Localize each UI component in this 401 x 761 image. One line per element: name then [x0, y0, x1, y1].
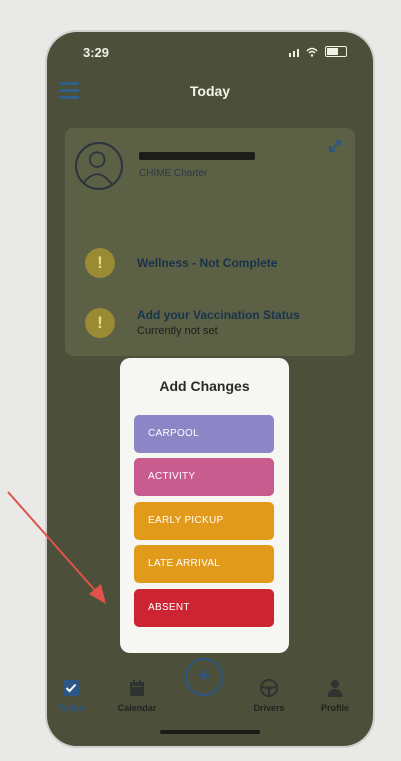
tab-drivers[interactable]: Drivers	[241, 678, 297, 713]
tab-label: Calendar	[117, 703, 157, 713]
tab-profile[interactable]: Profile	[307, 678, 363, 713]
phone-screen: 3:29 Today CHIME Charter ! Wellness - No…	[47, 32, 373, 746]
status-bar: 3:29	[47, 32, 373, 72]
avatar-icon	[75, 142, 123, 190]
calendar-icon	[130, 679, 144, 696]
early-pickup-button[interactable]: EARLY PICKUP	[134, 502, 274, 540]
tab-label: Today	[58, 703, 84, 713]
battery-icon	[325, 46, 347, 57]
late-arrival-button[interactable]: LATE ARRIVAL	[134, 545, 274, 583]
add-button[interactable]: +	[185, 658, 223, 696]
popup-title: Add Changes	[159, 378, 250, 394]
add-changes-popup: Add Changes CARPOOL ACTIVITY EARLY PICKU…	[120, 358, 289, 653]
alert-title: Wellness - Not Complete	[137, 256, 278, 270]
child-card: CHIME Charter ! Wellness - Not Complete …	[65, 128, 355, 356]
alert-subtitle: Currently not set	[137, 325, 218, 337]
nav-header: Today	[47, 74, 373, 110]
checkbox-icon	[63, 680, 79, 696]
tab-today[interactable]: Today	[47, 678, 99, 713]
annotation-arrow-icon	[7, 491, 106, 604]
page-title: Today	[189, 83, 231, 99]
wifi-icon	[306, 47, 318, 57]
steering-wheel-icon	[260, 679, 278, 697]
status-icons	[289, 46, 347, 57]
tab-bar: Today Calendar + Drivers Profile	[47, 658, 373, 746]
home-indicator	[160, 730, 260, 734]
activity-button[interactable]: ACTIVITY	[134, 458, 274, 496]
signal-icon	[289, 47, 299, 57]
person-icon	[327, 680, 343, 697]
tab-label: Profile	[320, 703, 349, 713]
tab-calendar[interactable]: Calendar	[109, 678, 165, 713]
expand-icon[interactable]	[327, 138, 343, 154]
group-name: CHIME Charter	[139, 168, 208, 179]
carpool-button[interactable]: CARPOOL	[134, 415, 274, 453]
child-name-redacted	[139, 152, 255, 160]
absent-button[interactable]: ABSENT	[134, 589, 274, 627]
tab-label: Drivers	[253, 703, 285, 713]
status-time: 3:29	[83, 45, 110, 60]
alert-title: Add your Vaccination Status	[137, 308, 300, 322]
alert-icon: !	[85, 308, 115, 338]
alert-icon: !	[85, 248, 115, 278]
plus-icon: +	[197, 663, 211, 688]
